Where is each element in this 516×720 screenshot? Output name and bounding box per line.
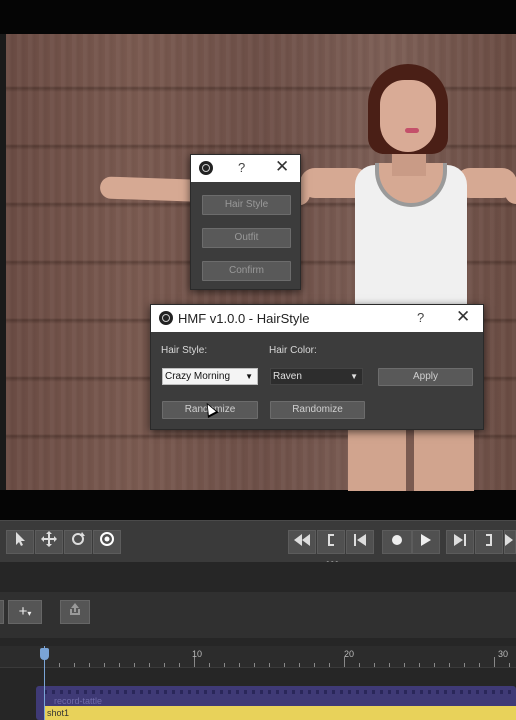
timeline-panel: +▾ 10 20 30 record-tattle shot1 — [0, 562, 516, 720]
close-icon[interactable]: ✕ — [275, 157, 289, 177]
shot-clip[interactable]: shot1 — [44, 706, 516, 720]
hairstyle-dialog: HMF v1.0.0 - HairStyle ? ✕ Hair Style: H… — [150, 304, 484, 430]
add-track-button[interactable]: +▾ — [8, 600, 42, 624]
target-icon[interactable] — [93, 530, 121, 554]
playhead-handle-icon[interactable] — [40, 648, 49, 660]
record-icon[interactable] — [382, 530, 412, 554]
main-menu-titlebar[interactable]: ? ✕ — [191, 155, 300, 182]
ruler-label: 20 — [344, 649, 355, 659]
randomize-color-button[interactable]: Randomize — [270, 401, 365, 419]
main-menu-dialog: ? ✕ Hair Style Outfit Confirm — [190, 154, 301, 290]
shot-label: shot1 — [47, 708, 70, 718]
hair-color-select[interactable]: Raven ▼ — [270, 368, 363, 385]
hair-color-value: Raven — [273, 371, 302, 382]
controls-bar: ••• — [0, 520, 516, 569]
timeline-toolbar: +▾ — [0, 592, 516, 638]
hairstyle-titlebar[interactable]: HMF v1.0.0 - HairStyle ? ✕ — [151, 305, 483, 332]
hair-style-button[interactable]: Hair Style — [202, 195, 291, 215]
help-icon[interactable]: ? — [238, 160, 245, 175]
track-label: record-tattle — [54, 696, 103, 706]
fast-forward-icon[interactable] — [504, 530, 516, 554]
help-icon[interactable]: ? — [417, 310, 424, 325]
ruler-label: 10 — [192, 649, 203, 659]
select-arrow-icon[interactable] — [6, 530, 34, 554]
outfit-button[interactable]: Outfit — [202, 228, 291, 248]
previous-frame-icon[interactable] — [346, 530, 374, 554]
chevron-down-icon: ▼ — [350, 372, 358, 381]
ruler-label: 30 — [498, 649, 509, 659]
app-logo-icon — [159, 311, 173, 325]
close-icon[interactable]: ✕ — [456, 307, 470, 327]
hair-style-select[interactable]: Crazy Morning ▼ — [162, 368, 258, 385]
timeline-left-button[interactable] — [0, 600, 4, 624]
hair-style-label: Hair Style: — [161, 345, 208, 356]
dialog-title: HMF v1.0.0 - HairStyle — [178, 311, 310, 326]
rewind-icon[interactable] — [288, 530, 316, 554]
mark-out-icon[interactable] — [475, 530, 503, 554]
confirm-button[interactable]: Confirm — [202, 261, 291, 281]
app-window: ? ✕ Hair Style Outfit Confirm HMF v1.0.0… — [0, 0, 516, 720]
chevron-down-icon: ▼ — [245, 372, 253, 381]
timeline-ruler[interactable]: 10 20 30 — [0, 646, 516, 668]
app-logo-icon — [199, 161, 213, 175]
apply-button[interactable]: Apply — [378, 368, 473, 386]
upload-button[interactable] — [60, 600, 90, 624]
hair-style-value: Crazy Morning — [165, 371, 231, 382]
move-icon[interactable] — [35, 530, 63, 554]
play-icon[interactable] — [412, 530, 440, 554]
rotate-icon[interactable] — [64, 530, 92, 554]
next-frame-icon[interactable] — [446, 530, 474, 554]
hair-color-label: Hair Color: — [269, 345, 317, 356]
mark-in-icon[interactable] — [317, 530, 345, 554]
